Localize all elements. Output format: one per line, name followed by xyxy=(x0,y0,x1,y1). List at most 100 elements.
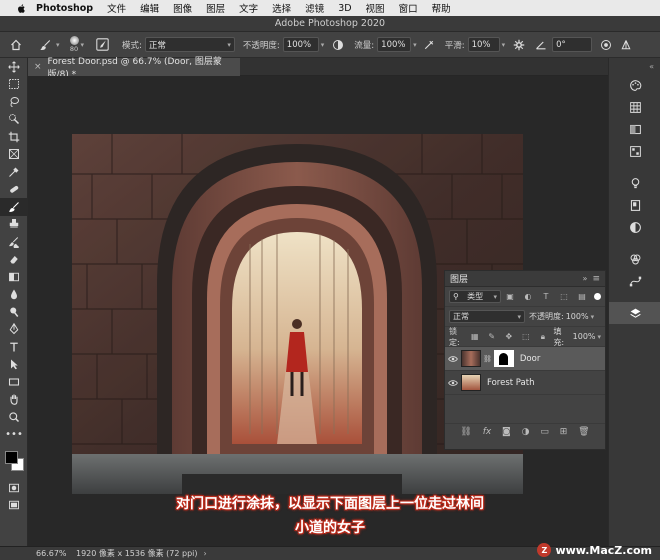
foreground-color-swatch[interactable] xyxy=(5,451,18,464)
pressure-size-icon[interactable] xyxy=(598,37,614,53)
crop-tool[interactable] xyxy=(0,128,28,146)
eye-icon[interactable] xyxy=(445,378,461,388)
angle-icon[interactable] xyxy=(533,37,549,53)
app-menu[interactable]: Photoshop xyxy=(36,3,93,14)
eraser-tool[interactable] xyxy=(0,251,28,269)
zoom-tool[interactable] xyxy=(0,408,28,426)
menu-image[interactable]: 图像 xyxy=(173,1,192,15)
menu-edit[interactable]: 编辑 xyxy=(140,1,159,15)
layer-opacity-value[interactable]: 100% xyxy=(566,312,589,321)
adjustment-layer-icon[interactable]: ◑ xyxy=(522,427,530,437)
lock-all-icon[interactable]: 🔒︎ xyxy=(537,331,548,343)
clone-stamp-tool[interactable] xyxy=(0,216,28,234)
chevron-down-icon[interactable]: ▾ xyxy=(502,41,506,49)
link-layers-icon[interactable]: ⛓ xyxy=(460,427,471,437)
blur-tool[interactable] xyxy=(0,286,28,304)
chevron-down-icon[interactable]: ▾ xyxy=(81,41,85,49)
pen-tool[interactable] xyxy=(0,321,28,339)
panel-menu-icon[interactable]: ≡ xyxy=(592,274,600,284)
layers-panel-button[interactable] xyxy=(609,302,660,324)
zoom-level[interactable]: 66.67% xyxy=(36,549,76,558)
new-layer-icon[interactable]: ⊞ xyxy=(560,427,568,437)
path-selection-tool[interactable] xyxy=(0,356,28,374)
patterns-panel-button[interactable] xyxy=(609,140,660,162)
menu-filter[interactable]: 滤镜 xyxy=(305,1,324,15)
chain-link-icon[interactable]: ⛓ xyxy=(483,355,492,363)
menu-layer[interactable]: 图层 xyxy=(206,1,225,15)
flow-field[interactable]: 100% xyxy=(377,37,412,52)
document-tab[interactable]: × Forest Door.psd @ 66.7% (Door, 图层蒙版/8)… xyxy=(28,57,240,80)
healing-brush-tool[interactable] xyxy=(0,181,28,199)
type-tool[interactable] xyxy=(0,338,28,356)
chevron-down-icon[interactable]: ▾ xyxy=(598,333,602,341)
airbrush-icon[interactable] xyxy=(421,37,437,53)
gradient-tool[interactable] xyxy=(0,268,28,286)
menu-window[interactable]: 窗口 xyxy=(399,1,418,15)
menu-view[interactable]: 视图 xyxy=(366,1,385,15)
add-mask-icon[interactable]: ◙ xyxy=(502,427,511,437)
channels-panel-button[interactable] xyxy=(609,248,660,270)
dodge-tool[interactable] xyxy=(0,303,28,321)
learn-panel-button[interactable] xyxy=(609,172,660,194)
pixel-filter-icon[interactable]: ▣ xyxy=(504,291,516,303)
layer-filter-select[interactable]: ⚲ 类型 ▾ xyxy=(449,290,501,303)
rectangle-tool[interactable] xyxy=(0,373,28,391)
pressure-opacity-icon[interactable] xyxy=(330,37,346,53)
type-filter-icon[interactable]: T xyxy=(540,291,552,303)
marquee-tool[interactable] xyxy=(0,76,28,94)
layer-row-forest-path[interactable]: Forest Path xyxy=(445,371,605,395)
more-tools[interactable]: ••• xyxy=(0,426,28,444)
quick-selection-tool[interactable] xyxy=(0,111,28,129)
brush-settings-icon[interactable] xyxy=(94,37,110,53)
hand-tool[interactable] xyxy=(0,391,28,409)
smoothing-field[interactable]: 10% xyxy=(467,37,500,52)
menu-help[interactable]: 帮助 xyxy=(432,1,451,15)
trash-icon[interactable]: 🗑︎ xyxy=(578,427,589,437)
close-icon[interactable]: × xyxy=(34,62,42,72)
blend-mode-select[interactable]: 正常 ▾ xyxy=(449,310,525,323)
apple-icon[interactable] xyxy=(14,1,28,15)
eyedropper-tool[interactable] xyxy=(0,163,28,181)
gradients-panel-button[interactable] xyxy=(609,118,660,140)
move-tool[interactable] xyxy=(0,58,28,76)
adjustment-filter-icon[interactable]: ◐ xyxy=(522,291,534,303)
paths-panel-button[interactable] xyxy=(609,270,660,292)
home-icon[interactable] xyxy=(8,37,24,53)
color-swatches[interactable] xyxy=(0,449,27,479)
mode-select[interactable]: 正常 ▾ xyxy=(144,37,235,52)
opacity-field[interactable]: 100% xyxy=(282,37,319,52)
brush-preset-picker[interactable]: 80 xyxy=(69,36,79,53)
canvas-area[interactable]: 图层 » ≡ ⚲ 类型 ▾ ▣ ◐ T ⬚ ▤ 正常 ▾ 不透明度: 100% xyxy=(28,76,608,546)
menu-3d[interactable]: 3D xyxy=(338,3,351,14)
fx-icon[interactable]: fx xyxy=(483,427,492,437)
collapse-icon[interactable]: » xyxy=(583,274,588,283)
smart-object-filter-icon[interactable]: ▤ xyxy=(576,291,588,303)
lasso-tool[interactable] xyxy=(0,93,28,111)
chevron-down-icon[interactable]: ▾ xyxy=(591,313,595,321)
history-brush-tool[interactable] xyxy=(0,233,28,251)
lock-artboard-icon[interactable]: ⬚ xyxy=(520,331,531,343)
status-arrow-icon[interactable]: › xyxy=(204,549,207,558)
color-panel-button[interactable] xyxy=(609,74,660,96)
lock-image-icon[interactable]: ✎ xyxy=(486,331,497,343)
libraries-panel-button[interactable] xyxy=(609,194,660,216)
chevron-down-icon[interactable]: ▾ xyxy=(321,41,325,49)
angle-field[interactable]: 0° xyxy=(552,37,593,52)
folder-icon[interactable]: ▭ xyxy=(540,427,549,437)
layer-row-door[interactable]: ⛓ Door xyxy=(445,347,605,371)
gear-icon[interactable] xyxy=(511,37,527,53)
lock-transparent-icon[interactable]: ▦ xyxy=(469,331,480,343)
chevron-down-icon[interactable]: ▾ xyxy=(56,41,60,49)
layer-mask-thumbnail[interactable] xyxy=(493,350,514,367)
chevron-down-icon[interactable]: ▾ xyxy=(413,41,417,49)
menu-select[interactable]: 选择 xyxy=(272,1,291,15)
adjustments-panel-button[interactable] xyxy=(609,216,660,238)
menu-type[interactable]: 文字 xyxy=(239,1,258,15)
lock-position-icon[interactable]: ✥ xyxy=(503,331,514,343)
brush-tool-icon[interactable] xyxy=(38,37,54,53)
fill-value[interactable]: 100% xyxy=(573,332,596,341)
shape-filter-icon[interactable]: ⬚ xyxy=(558,291,570,303)
brush-tool[interactable] xyxy=(0,198,28,216)
menu-file[interactable]: 文件 xyxy=(107,1,126,15)
eye-icon[interactable] xyxy=(445,354,461,364)
